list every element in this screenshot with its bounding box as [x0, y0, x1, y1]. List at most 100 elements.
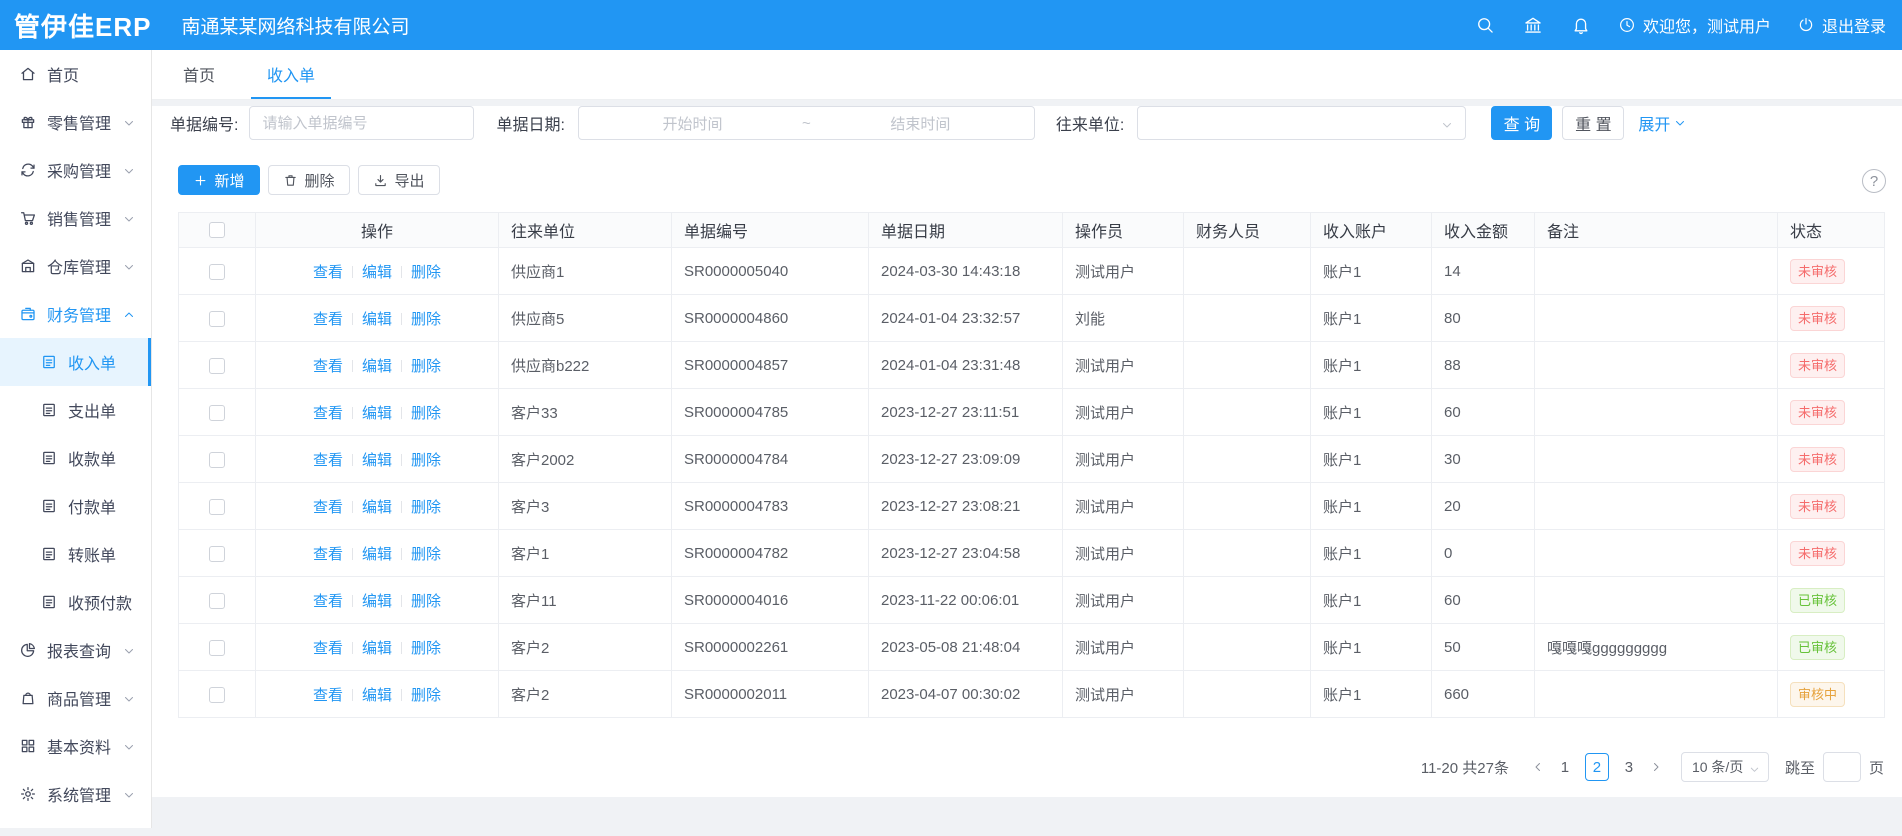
export-button[interactable]: 导出 — [358, 165, 440, 195]
cell-operator: 测试用户 — [1063, 248, 1184, 295]
help-icon[interactable]: ? — [1862, 169, 1886, 193]
page-number-2[interactable]: 2 — [1585, 753, 1609, 781]
cell-bill-no: SR0000002011 — [672, 671, 869, 718]
delete-link[interactable]: 删除 — [411, 499, 441, 516]
row-checkbox[interactable] — [209, 640, 225, 656]
view-link[interactable]: 查看 — [313, 405, 343, 422]
logout-button[interactable]: 退出登录 — [1797, 13, 1886, 37]
row-checkbox[interactable] — [209, 311, 225, 327]
doc-icon — [40, 593, 58, 611]
edit-link[interactable]: 编辑 — [362, 546, 392, 563]
reset-button[interactable]: 重 置 — [1562, 106, 1624, 140]
edit-link[interactable]: 编辑 — [362, 264, 392, 281]
bill-no-input[interactable] — [249, 106, 474, 140]
chevron-down-icon — [1674, 117, 1686, 129]
edit-link[interactable]: 编辑 — [362, 311, 392, 328]
row-checkbox[interactable] — [209, 358, 225, 374]
add-button[interactable]: 新增 — [178, 165, 260, 195]
home-icon — [19, 65, 37, 83]
edit-link[interactable]: 编辑 — [362, 452, 392, 469]
partner-select[interactable] — [1137, 106, 1466, 140]
tab-home[interactable]: 首页 — [167, 50, 231, 99]
expand-link[interactable]: 展开 — [1638, 111, 1686, 135]
search-icon[interactable] — [1474, 14, 1496, 36]
row-checkbox[interactable] — [209, 405, 225, 421]
sidebar-item-transfer[interactable]: 转账单 — [0, 530, 151, 578]
next-page-icon[interactable] — [1645, 753, 1667, 781]
col-actions: 操作 — [256, 213, 499, 248]
view-link[interactable]: 查看 — [313, 687, 343, 704]
view-link[interactable]: 查看 — [313, 452, 343, 469]
user-welcome[interactable]: 欢迎您，测试用户 — [1618, 13, 1771, 37]
delete-button[interactable]: 删除 — [268, 165, 350, 195]
delete-link[interactable]: 删除 — [411, 546, 441, 563]
basic-icon — [19, 737, 37, 755]
partner-label: 往来单位: — [1056, 111, 1124, 135]
date-range-picker[interactable]: 开始时间 ~ 结束时间 — [578, 106, 1035, 140]
cell-account: 账户1 — [1311, 624, 1432, 671]
edit-link[interactable]: 编辑 — [362, 687, 392, 704]
table-row: 查看编辑删除供应商1SR00000050402024-03-30 14:43:1… — [179, 248, 1885, 295]
delete-link[interactable]: 删除 — [411, 264, 441, 281]
row-checkbox[interactable] — [209, 546, 225, 562]
page-size-select[interactable]: 10 条/页 — [1681, 752, 1769, 782]
status-badge: 未审核 — [1790, 494, 1845, 519]
sidebar-item-report[interactable]: 报表查询 — [0, 626, 151, 674]
chevron-up-icon — [123, 308, 135, 320]
sidebar-item-goods[interactable]: 商品管理 — [0, 674, 151, 722]
edit-link[interactable]: 编辑 — [362, 593, 392, 610]
row-checkbox[interactable] — [209, 687, 225, 703]
delete-link[interactable]: 删除 — [411, 593, 441, 610]
view-link[interactable]: 查看 — [313, 546, 343, 563]
page-number-3[interactable]: 3 — [1617, 753, 1641, 781]
doc-icon — [40, 353, 58, 371]
logout-text: 退出登录 — [1822, 13, 1886, 37]
sidebar-item-basic[interactable]: 基本资料 — [0, 722, 151, 770]
sidebar-item-home[interactable]: 首页 — [0, 50, 151, 98]
edit-link[interactable]: 编辑 — [362, 358, 392, 375]
jump-input[interactable] — [1823, 752, 1861, 782]
delete-link[interactable]: 删除 — [411, 405, 441, 422]
view-link[interactable]: 查看 — [313, 311, 343, 328]
sidebar-item-finance[interactable]: 财务管理 — [0, 290, 151, 338]
delete-link[interactable]: 删除 — [411, 358, 441, 375]
edit-link[interactable]: 编辑 — [362, 405, 392, 422]
page-number-1[interactable]: 1 — [1553, 753, 1577, 781]
bank-icon[interactable] — [1522, 14, 1544, 36]
edit-link[interactable]: 编辑 — [362, 499, 392, 516]
search-button[interactable]: 查 询 — [1491, 106, 1552, 140]
delete-link[interactable]: 删除 — [411, 687, 441, 704]
delete-link[interactable]: 删除 — [411, 311, 441, 328]
sidebar-item-warehouse[interactable]: 仓库管理 — [0, 242, 151, 290]
row-checkbox[interactable] — [209, 499, 225, 515]
sidebar-item-receipt[interactable]: 收款单 — [0, 434, 151, 482]
sidebar-item-payment[interactable]: 付款单 — [0, 482, 151, 530]
row-checkbox[interactable] — [209, 452, 225, 468]
bell-icon[interactable] — [1570, 14, 1592, 36]
view-link[interactable]: 查看 — [313, 593, 343, 610]
download-icon — [373, 173, 388, 188]
row-checkbox[interactable] — [209, 593, 225, 609]
delete-link[interactable]: 删除 — [411, 452, 441, 469]
sidebar-item-purchase[interactable]: 采购管理 — [0, 146, 151, 194]
delete-link[interactable]: 删除 — [411, 640, 441, 657]
edit-link[interactable]: 编辑 — [362, 640, 392, 657]
view-link[interactable]: 查看 — [313, 264, 343, 281]
sidebar-item-label: 收款单 — [68, 446, 116, 470]
sidebar-item-sales[interactable]: 销售管理 — [0, 194, 151, 242]
view-link[interactable]: 查看 — [313, 499, 343, 516]
cell-operator: 测试用户 — [1063, 342, 1184, 389]
tab-income[interactable]: 收入单 — [251, 50, 331, 99]
sidebar-item-system[interactable]: 系统管理 — [0, 770, 151, 818]
sidebar-item-expense[interactable]: 支出单 — [0, 386, 151, 434]
prev-page-icon[interactable] — [1527, 753, 1549, 781]
cell-operator: 刘能 — [1063, 295, 1184, 342]
sidebar-item-income[interactable]: 收入单 — [0, 338, 151, 386]
view-link[interactable]: 查看 — [313, 640, 343, 657]
row-checkbox[interactable] — [209, 264, 225, 280]
view-link[interactable]: 查看 — [313, 358, 343, 375]
select-all-checkbox[interactable] — [209, 222, 225, 238]
plus-icon — [193, 173, 208, 188]
sidebar-item-retail[interactable]: 零售管理 — [0, 98, 151, 146]
sidebar-item-prepay[interactable]: 收预付款 — [0, 578, 151, 626]
